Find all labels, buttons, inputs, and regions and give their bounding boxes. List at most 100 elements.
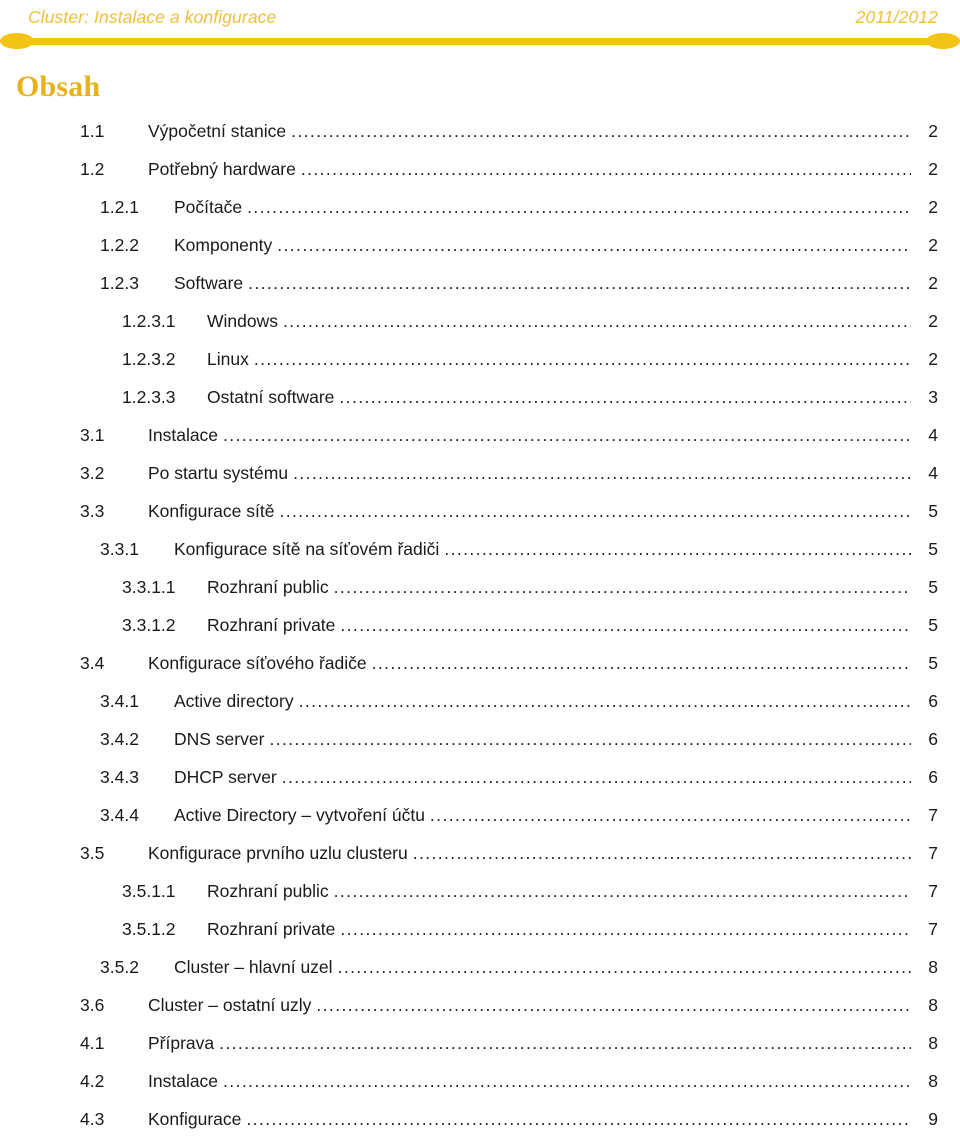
toc-entry[interactable]: 4.1 Příprava.............................… [0, 1024, 960, 1062]
toc-entry[interactable]: 3.5 Konfigurace prvního uzlu clusteru....… [0, 834, 960, 872]
toc-entry-page-number: 9 [928, 1109, 938, 1129]
rule-cap-right-icon [926, 33, 960, 49]
header-row: Cluster: Instalace a konfigurace 2011/20… [28, 7, 938, 29]
toc-entry[interactable]: 1.1 Výpočetní stanice....................… [0, 112, 960, 150]
toc-entry-number: 3.4.1 [100, 691, 139, 711]
toc-dot-leader: ........................................… [333, 880, 911, 901]
toc-dot-leader: ........................................… [283, 310, 911, 331]
toc-entry-number: 3.5.1.2 [122, 919, 176, 939]
toc-entry-number: 1.2.2 [100, 235, 139, 255]
toc-entry-number: 3.4.3 [100, 767, 139, 787]
toc-entry-page-number: 4 [928, 463, 938, 483]
toc-dot-leader: ........................................… [412, 842, 911, 863]
toc-entry[interactable]: 3.4.2 DNS server.........................… [0, 720, 960, 758]
toc-entry-label: Po startu systému [148, 463, 289, 483]
toc-entry[interactable]: 3.2 Po startu systému....................… [0, 454, 960, 492]
toc-dot-leader: ........................................… [340, 614, 911, 635]
toc-dot-leader: ........................................… [246, 1108, 911, 1129]
toc-entry-label: Počítače [174, 197, 243, 217]
toc-entry-label: Cluster – hlavní uzel [174, 957, 333, 977]
toc-entry[interactable]: 3.4.4 Active Directory – vytvoření účtu..… [0, 796, 960, 834]
toc-entry[interactable]: 3.5.1.2 Rozhraní private.................… [0, 910, 960, 948]
academic-year: 2011/2012 [855, 7, 938, 27]
toc-dot-leader: ........................................… [429, 804, 911, 825]
toc-dot-leader: ........................................… [371, 652, 911, 673]
toc-entry-page-number: 7 [928, 919, 938, 939]
toc-dot-leader: ........................................… [219, 1032, 911, 1053]
toc-entry-label: Cluster – ostatní uzly [148, 995, 312, 1015]
toc-entry[interactable]: 3.5.1.1 Rozhraní public..................… [0, 872, 960, 910]
toc-entry-label: DHCP server [174, 767, 277, 787]
toc-entry-number: 3.5.2 [100, 957, 139, 977]
toc-entry-label: Software [174, 273, 244, 293]
toc-dot-leader: ........................................… [340, 918, 911, 939]
toc-entry[interactable]: 1.2.3.2 Linux............................… [0, 340, 960, 378]
toc-entry-page-number: 2 [928, 311, 938, 331]
toc-entry[interactable]: 3.5.2 Cluster – hlavní uzel..............… [0, 948, 960, 986]
toc-entry[interactable]: 1.2.3.3 Ostatní software.................… [0, 378, 960, 416]
toc-entry-page-number: 7 [928, 805, 938, 825]
toc-entry-page-number: 5 [928, 539, 938, 559]
toc-entry-page-number: 2 [928, 121, 938, 141]
toc-entry[interactable]: 1.2.1 Počítače...........................… [0, 188, 960, 226]
toc-entry-page-number: 5 [928, 501, 938, 521]
toc-entry[interactable]: 3.3 Konfigurace sítě.....................… [0, 492, 960, 530]
toc-entry-page-number: 7 [928, 843, 938, 863]
toc-entry-label: DNS server [174, 729, 265, 749]
toc-dot-leader: ........................................… [269, 728, 911, 749]
toc-entry[interactable]: 1.2.2 Komponenty.........................… [0, 226, 960, 264]
toc-entry-label: Linux [207, 349, 249, 369]
toc-entry-page-number: 5 [928, 615, 938, 635]
toc-entry-number: 3.5 [80, 843, 105, 863]
toc-dot-leader: ........................................… [223, 424, 911, 445]
toc-entry-number: 3.5.1.1 [122, 881, 176, 901]
toc-dot-leader: ........................................… [247, 196, 911, 217]
toc-entry-page-number: 8 [928, 1033, 938, 1053]
toc-entry[interactable]: 4.2 Instalace............................… [0, 1062, 960, 1100]
toc-entry-page-number: 2 [928, 235, 938, 255]
toc-entry-page-number: 2 [928, 349, 938, 369]
toc-entry-label: Rozhraní public [207, 577, 329, 597]
toc-entry-page-number: 3 [928, 387, 938, 407]
toc-entry[interactable]: 1.2.3 Software...........................… [0, 264, 960, 302]
toc-entry-label: Instalace [148, 425, 219, 445]
toc-entry[interactable]: 3.3.1.2 Rozhraní private.................… [0, 606, 960, 644]
toc-entry-number: 1.2.3.1 [122, 311, 176, 331]
toc-entry[interactable]: 1.2 Potřebný hardware....................… [0, 150, 960, 188]
toc-entry-number: 3.2 [80, 463, 105, 483]
toc-entry[interactable]: 1.2.3.1 Windows..........................… [0, 302, 960, 340]
toc-entry-label: Konfigurace sítě na síťovém řadiči [174, 539, 440, 559]
toc-dot-leader: ........................................… [277, 234, 911, 255]
toc-dot-leader: ........................................… [300, 158, 911, 179]
toc-dot-leader: ........................................… [333, 576, 911, 597]
toc-entry-label: Rozhraní private [207, 615, 336, 635]
toc-entry-page-number: 7 [928, 881, 938, 901]
toc-dot-leader: ........................................… [293, 462, 911, 483]
header-divider-rule [0, 33, 960, 49]
toc-entry[interactable]: 3.3.1.1 Rozhraní public..................… [0, 568, 960, 606]
toc-entry-page-number: 8 [928, 957, 938, 977]
toc-entry-label: Konfigurace [148, 1109, 242, 1129]
toc-entry[interactable]: 3.4.1 Active directory...................… [0, 682, 960, 720]
toc-entry-number: 3.4.2 [100, 729, 139, 749]
toc-entry-page-number: 4 [928, 425, 938, 445]
toc-entry[interactable]: 3.3.1 Konfigurace sítě na síťovém řadiči.… [0, 530, 960, 568]
toc-entry[interactable]: 4.3 Konfigurace..........................… [0, 1100, 960, 1138]
toc-entry[interactable]: 3.1 Instalace............................… [0, 416, 960, 454]
toc-entry-page-number: 6 [928, 767, 938, 787]
toc-dot-leader: ........................................… [279, 500, 911, 521]
toc-entry[interactable]: 3.4 Konfigurace síťového řadiče..........… [0, 644, 960, 682]
toc-entry-number: 3.3.1.1 [122, 577, 176, 597]
toc-entry-number: 3.6 [80, 995, 105, 1015]
toc-entry-label: Active Directory – vytvoření účtu [174, 805, 425, 825]
toc-entry-page-number: 6 [928, 691, 938, 711]
toc-entry-label: Komponenty [174, 235, 273, 255]
toc-entry-page-number: 2 [928, 159, 938, 179]
toc-entry-label: Konfigurace prvního uzlu clusteru [148, 843, 408, 863]
toc-dot-leader: ........................................… [281, 766, 911, 787]
toc-entry[interactable]: 3.4.3 DHCP server........................… [0, 758, 960, 796]
toc-entry[interactable]: 3.6 Cluster – ostatní uzly...............… [0, 986, 960, 1024]
toc-entry-number: 4.1 [80, 1033, 105, 1053]
toc-dot-leader: ........................................… [298, 690, 911, 711]
toc-entry-page-number: 8 [928, 995, 938, 1015]
